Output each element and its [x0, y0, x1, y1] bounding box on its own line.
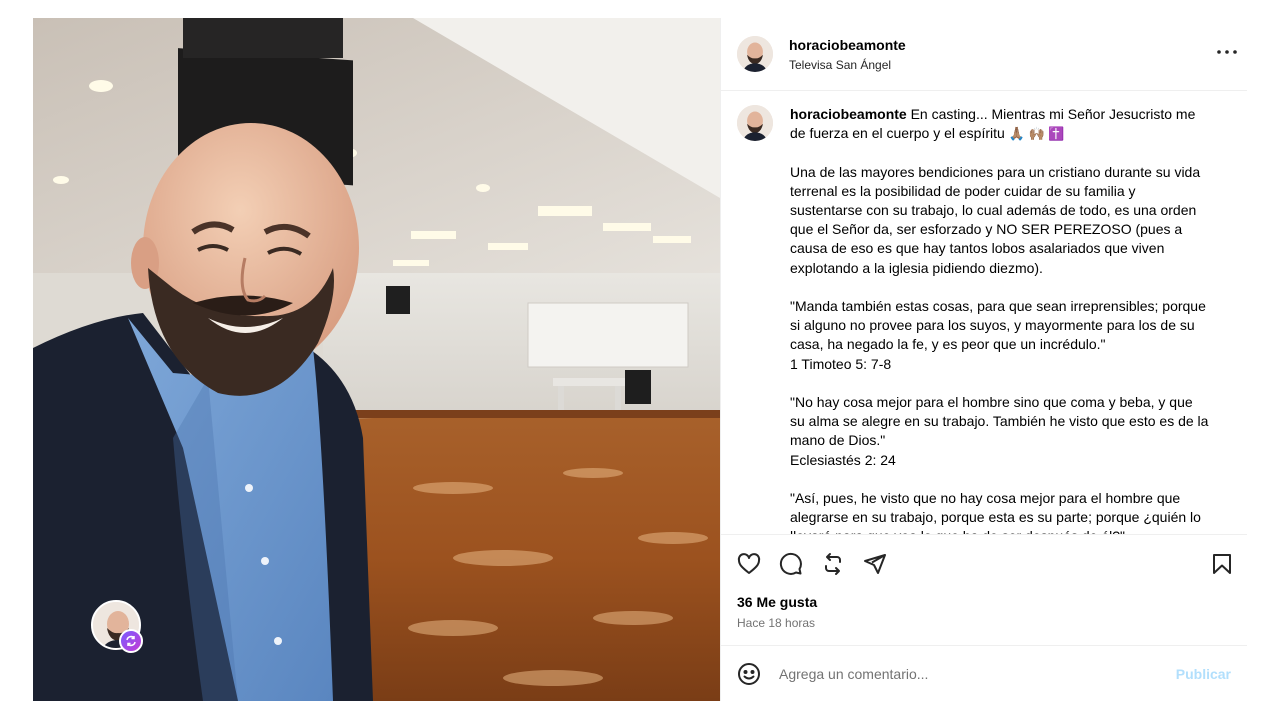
comment-input[interactable] [779, 665, 1176, 682]
caption-paragraph: Una de las mayores bendiciones para un c… [790, 163, 1201, 276]
post-details-panel: horaciobeamonte Televisa San Ángel horac… [720, 18, 1247, 701]
post-photo[interactable] [33, 18, 720, 701]
avatar-image [737, 105, 773, 141]
selfie-image [33, 18, 720, 701]
repost-icon [119, 629, 143, 653]
author-avatar[interactable] [737, 36, 773, 72]
post-location[interactable]: Televisa San Ángel [789, 57, 906, 73]
emoji-icon[interactable] [737, 662, 761, 686]
comment-icon[interactable] [779, 552, 803, 576]
like-count[interactable]: 36 Me gusta [721, 593, 1247, 611]
bookmark-icon[interactable] [1210, 552, 1234, 576]
post-header: horaciobeamonte Televisa San Ángel [721, 18, 1247, 91]
author-username[interactable]: horaciobeamonte [789, 36, 906, 54]
heart-icon[interactable] [737, 552, 761, 576]
avatar-image [737, 36, 773, 72]
more-options-icon[interactable] [1215, 40, 1239, 64]
caption-paragraph: "Así, pues, he visto que no hay cosa mej… [790, 490, 1201, 534]
caption-paragraph: "Manda también estas cosas, para que sea… [790, 298, 1206, 353]
author-meta: horaciobeamonte Televisa San Ángel [789, 36, 906, 73]
caption-avatar[interactable] [737, 105, 773, 141]
post-timestamp[interactable]: Hace 18 horas [721, 611, 1247, 631]
action-bar [721, 534, 1247, 593]
publish-button[interactable]: Publicar [1176, 666, 1231, 682]
caption-paragraph: "No hay cosa mejor para el hombre sino q… [790, 394, 1209, 449]
caption-text: horaciobeamonte En casting... Mientras m… [790, 105, 1210, 534]
caption-username[interactable]: horaciobeamonte [790, 106, 907, 122]
caption-section: horaciobeamonte En casting... Mientras m… [721, 91, 1247, 534]
caption-reference: 1 Timoteo 5: 7-8 [790, 355, 892, 372]
instagram-post: horaciobeamonte Televisa San Ángel horac… [33, 18, 1247, 701]
share-icon[interactable] [863, 552, 887, 576]
caption-reference: Eclesiastés 2: 24 [790, 451, 896, 468]
repost-icon[interactable] [821, 552, 845, 576]
caption-emojis: 🙏🏽 🙌🏽 ✝️ [1008, 126, 1065, 142]
comment-bar: Publicar [721, 645, 1247, 701]
